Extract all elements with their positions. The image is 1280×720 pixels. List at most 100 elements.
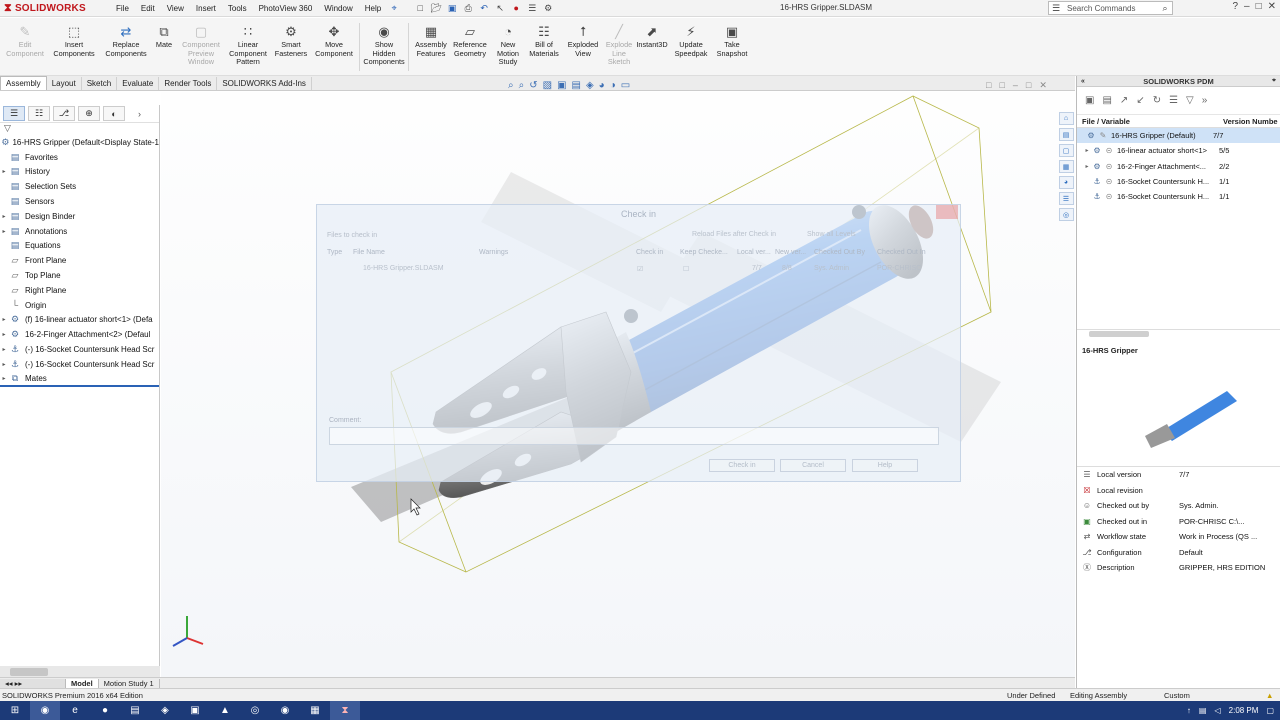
mate-button[interactable]: ⧉ Mate: [152, 18, 176, 50]
col-checked-out-in[interactable]: Checked Out In: [877, 249, 926, 256]
reference-geometry-button[interactable]: ▱ Reference Geometry: [450, 18, 490, 58]
comment-input[interactable]: [329, 427, 939, 445]
rebuild-warning-icon[interactable]: ▲: [1266, 691, 1273, 700]
volume-icon[interactable]: ◁: [1214, 706, 1220, 715]
tree-item[interactable]: ▤ Favorites: [0, 150, 159, 165]
pin-icon[interactable]: ⌖: [387, 2, 401, 14]
options-gear-icon[interactable]: ⚙: [541, 2, 555, 14]
tab-addins[interactable]: SOLIDWORKS Add-Ins: [217, 77, 312, 90]
firefox-icon[interactable]: ●: [90, 701, 120, 720]
appearance-icon[interactable]: ◕: [599, 80, 605, 91]
feature-tree-tab-icon[interactable]: ☰: [3, 106, 25, 121]
tree-item[interactable]: ▸ ▤ History: [0, 165, 159, 180]
property-manager-tab-icon[interactable]: ☷: [28, 106, 50, 121]
solidworks-taskbar-icon[interactable]: ⧗: [330, 701, 360, 720]
tree-item[interactable]: ▸ ⚙ (f) 16-linear actuator short<1> (Defa: [0, 313, 159, 328]
save-icon[interactable]: ▣: [445, 2, 459, 14]
tree-item[interactable]: ⚙ 16-HRS Gripper (Default<Display State-1: [0, 135, 159, 150]
edit-component-button[interactable]: ✎ Edit Component: [2, 18, 48, 58]
menu-view[interactable]: View: [161, 4, 190, 13]
update-speedpak-button[interactable]: ⚡ Update Speedpak: [670, 18, 712, 58]
display-style-icon[interactable]: ▤: [572, 80, 581, 91]
col-keep-checked[interactable]: Keep Checke...: [680, 249, 728, 256]
col-new-version[interactable]: New ver...: [775, 249, 806, 256]
search-input[interactable]: Search Commands: [1067, 4, 1158, 13]
tree-item[interactable]: ▤ Equations: [0, 239, 159, 254]
tree-item[interactable]: ▸ ⧉ Mates: [0, 372, 159, 387]
pdm-view-icon[interactable]: ▣: [1085, 95, 1094, 106]
row-keep-checkbox[interactable]: ☐: [683, 265, 689, 273]
new-document-icon[interactable]: □: [413, 2, 427, 14]
network-icon[interactable]: ▤: [1199, 706, 1207, 715]
file-explorer-icon[interactable]: ▢: [1058, 144, 1074, 157]
col-version-number[interactable]: Version Numbe: [1223, 117, 1280, 126]
graphics-area[interactable]: Check in Files to check in Reload Files …: [161, 92, 1075, 677]
file-explorer-icon[interactable]: ▤: [120, 701, 150, 720]
pdm-vault-icon[interactable]: ◎: [1058, 208, 1074, 221]
tab-assembly[interactable]: Assembly: [0, 76, 47, 90]
pdm-options-icon[interactable]: ▤: [1102, 95, 1111, 106]
show-levels-dropdown[interactable]: Show all Levels: [807, 231, 856, 238]
menu-tools[interactable]: Tools: [222, 4, 253, 13]
tab-layout[interactable]: Layout: [47, 77, 82, 90]
pdm-list-icon[interactable]: ☰: [1169, 95, 1178, 106]
component-preview-button[interactable]: ▢ Component Preview Window: [176, 18, 226, 67]
home-icon[interactable]: ⌂: [1058, 112, 1074, 125]
edge-icon[interactable]: e: [60, 701, 90, 720]
insert-components-button[interactable]: ⬚ Insert Components: [48, 18, 100, 58]
close-icon[interactable]: [936, 205, 958, 219]
expand-arrow-icon[interactable]: ▸: [0, 346, 8, 353]
undo-icon[interactable]: ↶: [477, 2, 491, 14]
expand-arrow-icon[interactable]: ▸: [0, 168, 8, 175]
app-icon[interactable]: ◉: [270, 701, 300, 720]
tree-item[interactable]: ▸ ⚓ (-) 16-Socket Countersunk Head Scr: [0, 342, 159, 357]
instant3d-button[interactable]: ⬈ Instant3D: [634, 18, 670, 50]
app-icon[interactable]: ◎: [240, 701, 270, 720]
smart-fasteners-button[interactable]: ⚙ Smart Fasteners: [270, 18, 312, 58]
show-hidden-button[interactable]: ◉ Show Hidden Components: [363, 18, 405, 67]
check-in-button[interactable]: Check in: [709, 459, 775, 472]
take-snapshot-button[interactable]: ▣ Take Snapshot: [712, 18, 752, 58]
app-icon[interactable]: ▦: [300, 701, 330, 720]
app-icon[interactable]: ▣: [180, 701, 210, 720]
expand-arrow-icon[interactable]: ▸: [0, 213, 8, 220]
expand-arrow-icon[interactable]: ▸: [0, 316, 8, 323]
help-icon[interactable]: ?: [1232, 1, 1238, 12]
view-orientation-icon[interactable]: ▣: [557, 80, 566, 91]
appearances-icon[interactable]: ◕: [1058, 176, 1074, 189]
model-tab-nav[interactable]: ◂◂ ▸▸: [0, 678, 66, 688]
col-checked-out-by[interactable]: Checked Out By: [814, 249, 865, 256]
move-component-button[interactable]: ✥ Move Component: [312, 18, 356, 58]
tab-render-tools[interactable]: Render Tools: [159, 77, 218, 90]
check-in-dialog[interactable]: Check in Files to check in Reload Files …: [316, 204, 961, 482]
previous-view-icon[interactable]: ↺: [529, 80, 537, 91]
cancel-button[interactable]: Cancel: [780, 459, 846, 472]
tree-item[interactable]: ▸ ⚓ (-) 16-Socket Countersunk Head Scr: [0, 357, 159, 372]
minimize-icon[interactable]: –: [1244, 1, 1250, 12]
units-selector[interactable]: Custom: [1164, 691, 1190, 700]
chevron-right-icon[interactable]: ›: [138, 109, 141, 119]
zoom-to-fit-icon[interactable]: ⌕: [508, 80, 514, 91]
app-icon[interactable]: ▲: [210, 701, 240, 720]
rebuild-icon[interactable]: ●: [509, 2, 523, 14]
pdm-filter-icon[interactable]: ▽: [1186, 95, 1194, 106]
view-palette-icon[interactable]: ▦: [1058, 160, 1074, 173]
col-local-version[interactable]: Local ver...: [737, 249, 771, 256]
tree-item[interactable]: ▱ Right Plane: [0, 283, 159, 298]
linear-pattern-button[interactable]: ∷ Linear Component Pattern: [226, 18, 270, 67]
pdm-file-row[interactable]: ⚓ ⊝ 16-Socket Countersunk H... 1/1: [1077, 174, 1280, 189]
tree-item[interactable]: ▸ ▤ Annotations: [0, 224, 159, 239]
exploded-view-button[interactable]: ⭡ Exploded View: [562, 18, 604, 58]
print-icon[interactable]: ⎙: [461, 2, 475, 14]
viewport-close-icon[interactable]: ✕: [1039, 80, 1047, 91]
tree-item[interactable]: ▤ Selection Sets: [0, 179, 159, 194]
expand-arrow-icon[interactable]: ▸: [0, 375, 8, 382]
menu-insert[interactable]: Insert: [190, 4, 222, 13]
table-row[interactable]: 16-HRS Gripper.SLDASM ☑ ☐ 7/7 8/8 Sys. A…: [327, 265, 947, 277]
menu-help[interactable]: Help: [359, 4, 387, 13]
clock[interactable]: 2:08 PM: [1229, 706, 1259, 715]
expand-arrow-icon[interactable]: ▸: [0, 331, 8, 338]
solidworks-logo[interactable]: ⧗ SOLIDWORKS: [0, 2, 110, 15]
search-commands-box[interactable]: ☰ Search Commands ⌕: [1048, 1, 1173, 15]
reload-files-checkbox[interactable]: Reload Files after Check in: [692, 231, 776, 238]
